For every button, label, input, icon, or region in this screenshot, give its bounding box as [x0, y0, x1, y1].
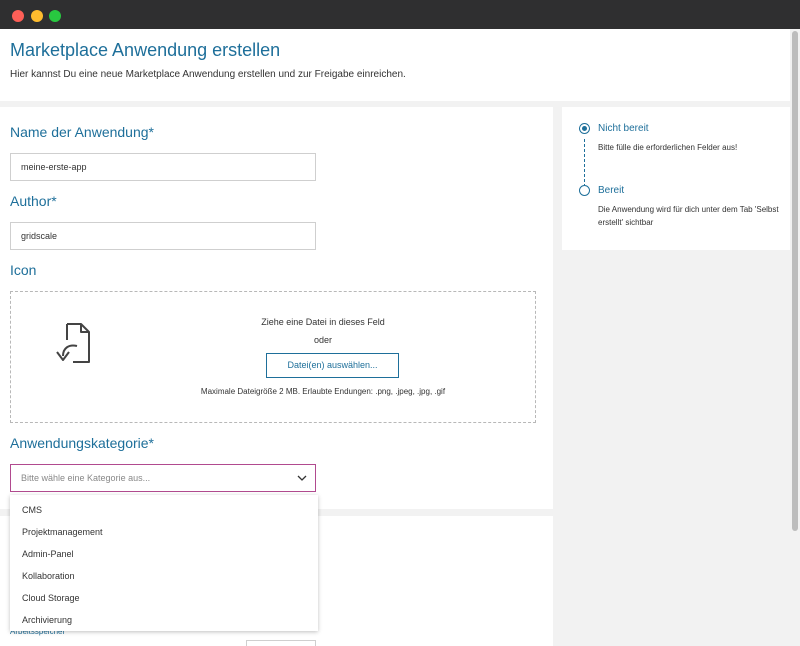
- drop-or-text: oder: [313, 335, 332, 345]
- step-connector: [584, 139, 585, 187]
- step-ready-indicator: [579, 185, 590, 196]
- app-name-input[interactable]: [10, 153, 316, 181]
- category-label: Anwendungskategorie*: [10, 435, 154, 451]
- step-not-ready-description: Bitte fülle die erforderlichen Felder au…: [598, 143, 738, 152]
- page-title: Marketplace Anwendung erstellen: [10, 40, 281, 60]
- category-option-kollaboration[interactable]: Kollaboration: [22, 571, 75, 581]
- status-card: Nicht bereit Bitte fülle die erforderlic…: [562, 107, 790, 250]
- author-input[interactable]: [10, 222, 316, 250]
- step-ready-description: Die Anwendung wird für dich unter dem Ta…: [598, 205, 779, 227]
- page-subtitle: Hier kannst Du eine neue Marketplace Anw…: [10, 69, 406, 80]
- category-option-archivierung[interactable]: Archivierung: [22, 615, 72, 625]
- category-select[interactable]: Bitte wähle eine Kategorie aus...: [10, 464, 316, 492]
- category-option-cms[interactable]: CMS: [22, 505, 42, 515]
- name-label: Name der Anwendung*: [10, 124, 154, 140]
- chevron-down-icon: [297, 475, 307, 481]
- step-not-ready-title: Nicht bereit: [598, 123, 649, 134]
- page-scrollbar[interactable]: [790, 29, 800, 646]
- category-option-projektmanagement[interactable]: Projektmanagement: [22, 527, 103, 537]
- icon-label: Icon: [10, 262, 37, 278]
- window-titlebar: [0, 0, 800, 29]
- maximize-window-icon[interactable]: [49, 10, 61, 22]
- step-not-ready-indicator: [579, 123, 590, 134]
- page-header: Marketplace Anwendung erstellen Hier kan…: [0, 29, 790, 101]
- category-option-cloud-storage[interactable]: Cloud Storage: [22, 593, 80, 603]
- close-window-icon[interactable]: [12, 10, 24, 22]
- icon-dropzone[interactable]: Ziehe eine Datei in dieses Feld oder Dat…: [10, 291, 536, 423]
- memory-input[interactable]: [246, 640, 316, 646]
- minimize-window-icon[interactable]: [31, 10, 43, 22]
- step-ready-title: Bereit: [598, 185, 625, 196]
- category-dropdown-menu: CMS Projektmanagement Admin-Panel Kollab…: [10, 495, 318, 631]
- file-size-hint: Maximale Dateigröße 2 MB. Erlaubte Endun…: [200, 387, 446, 396]
- author-label: Author*: [10, 193, 57, 209]
- drop-instruction: Ziehe eine Datei in dieses Feld: [261, 317, 385, 327]
- scrollbar-thumb[interactable]: [792, 31, 798, 531]
- category-option-admin-panel[interactable]: Admin-Panel: [22, 549, 74, 559]
- category-placeholder: Bitte wähle eine Kategorie aus...: [21, 473, 151, 483]
- select-files-button[interactable]: Datei(en) auswählen...: [266, 353, 399, 378]
